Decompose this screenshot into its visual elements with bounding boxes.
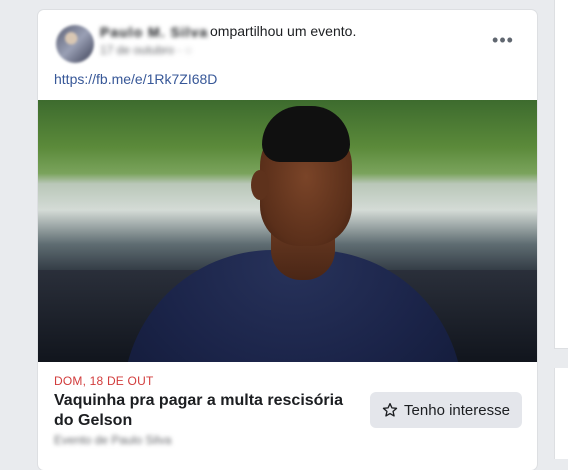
more-options-icon: ••• — [492, 29, 514, 50]
event-host-meta: Evento de Paulo Silva — [54, 433, 172, 447]
more-options-button[interactable]: ••• — [490, 29, 516, 51]
shared-prefix: ompartilhou um — [210, 23, 311, 39]
adjacent-card-bottom — [554, 368, 568, 459]
event-title[interactable]: Vaquinha pra pagar a multa rescisória do… — [54, 391, 354, 431]
post-timestamp[interactable]: 17 de outubro · ◌ — [100, 43, 192, 57]
author-avatar[interactable] — [56, 25, 94, 63]
interested-button-label: Tenho interesse — [404, 401, 510, 419]
adjacent-card-top — [554, 0, 568, 349]
shared-event-post: Paulo M. Silva ompartilhou um evento. 17… — [38, 10, 537, 470]
shared-object-link[interactable]: evento — [310, 23, 352, 39]
shared-action-text: ompartilhou um evento. — [210, 23, 356, 39]
event-short-link[interactable]: https://fb.me/e/1Rk7ZI68D — [54, 71, 217, 87]
event-date: DOM, 18 DE OUT — [54, 374, 154, 388]
author-name[interactable]: Paulo M. Silva — [100, 24, 208, 40]
event-cover-photo[interactable] — [38, 100, 537, 362]
interested-button[interactable]: Tenho interesse — [370, 392, 522, 428]
photo-ear — [251, 170, 269, 200]
photo-hair — [262, 106, 350, 162]
shared-suffix: . — [352, 23, 357, 39]
star-outline-icon — [382, 402, 398, 418]
